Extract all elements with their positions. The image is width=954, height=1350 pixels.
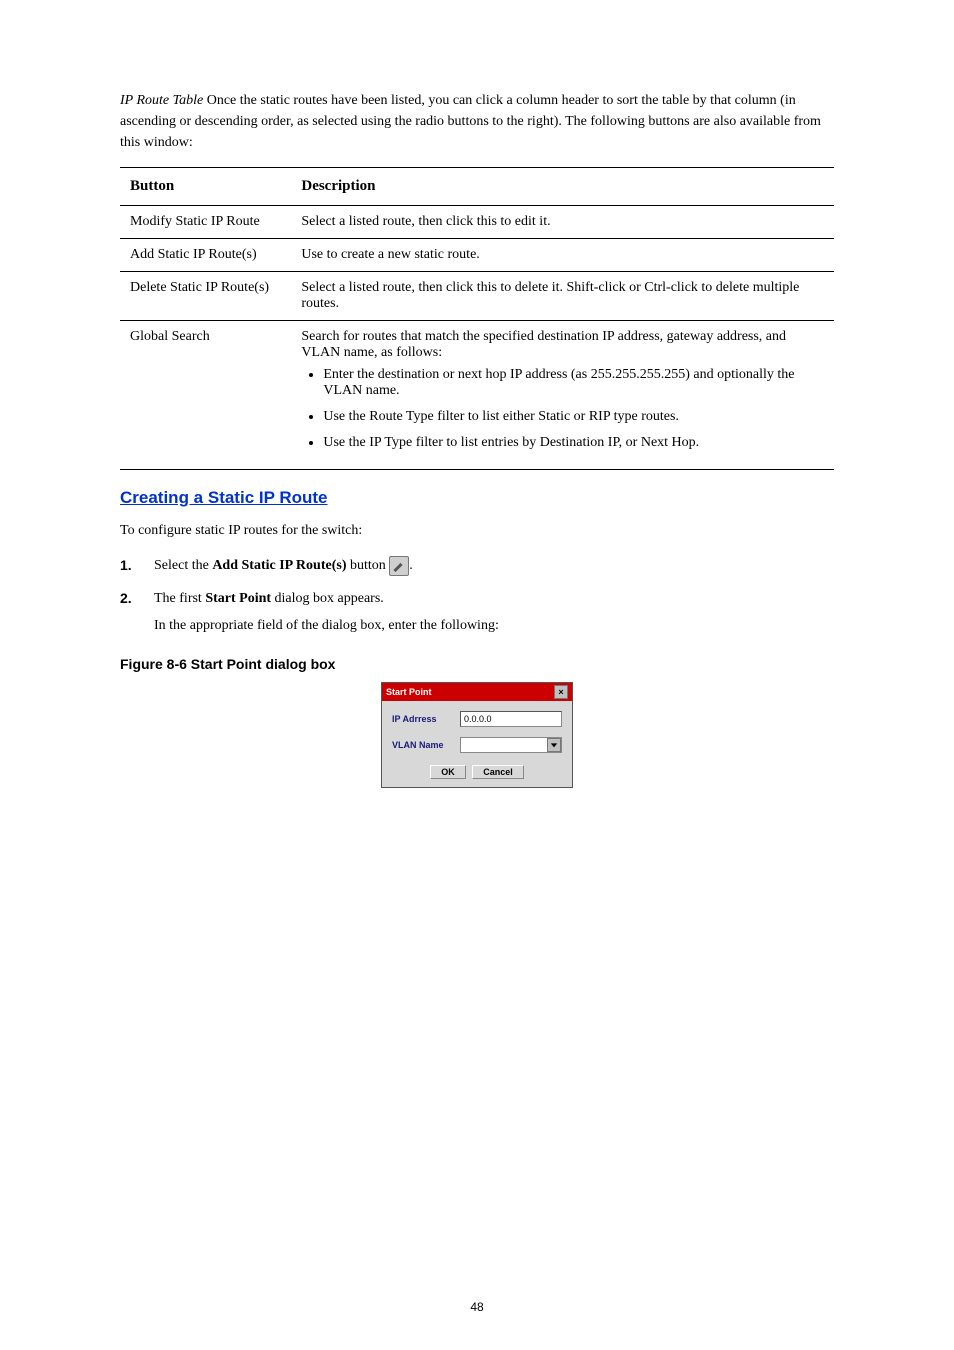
cell-button: Delete Static IP Route(s) [120, 272, 291, 321]
cell-desc: Select a listed route, then click this t… [291, 206, 834, 239]
cell-button: Global Search [120, 321, 291, 470]
modify-icon [389, 556, 409, 576]
step-number: 2. [120, 588, 154, 636]
th-description: Description [291, 168, 834, 206]
ip-address-label: IP Adrress [392, 714, 460, 724]
dialog-title-text: Start Point [386, 687, 432, 697]
page-number: 48 [0, 1300, 954, 1314]
chevron-down-icon[interactable] [547, 738, 561, 752]
bullet: Use the IP Type filter to list entries b… [323, 435, 824, 451]
section-heading[interactable]: Creating a Static IP Route [120, 488, 328, 507]
ip-address-input[interactable]: 0.0.0.0 [460, 711, 562, 727]
close-icon[interactable]: × [554, 685, 568, 699]
table-row: Modify Static IP Route Select a listed r… [120, 206, 834, 239]
table-row: Delete Static IP Route(s) Select a liste… [120, 272, 834, 321]
step-body: The first Start Point dialog box appears… [154, 588, 834, 636]
step-number: 1. [120, 555, 154, 576]
bullet: Use the Route Type filter to list either… [323, 409, 824, 425]
cell-desc: Use to create a new static route. [291, 239, 834, 272]
bullet: Enter the destination or next hop IP add… [323, 367, 824, 399]
section-intro: To configure static IP routes for the sw… [120, 520, 834, 541]
step-body: Select the Add Static IP Route(s) button… [154, 555, 834, 576]
cell-desc: Search for routes that match the specifi… [291, 321, 834, 470]
cancel-button[interactable]: Cancel [472, 765, 524, 779]
cell-button: Modify Static IP Route [120, 206, 291, 239]
intro-text: Once the static routes have been listed,… [120, 93, 821, 150]
table-row: Add Static IP Route(s) Use to create a n… [120, 239, 834, 272]
table-row: Global Search Search for routes that mat… [120, 321, 834, 470]
dialog-titlebar[interactable]: Start Point × [382, 683, 572, 701]
cell-desc: Select a listed route, then click this t… [291, 272, 834, 321]
start-point-dialog: Start Point × IP Adrress 0.0.0.0 VLAN Na… [381, 682, 573, 788]
vlan-name-select[interactable] [460, 737, 562, 753]
button-table: Button Description Modify Static IP Rout… [120, 167, 834, 470]
ok-button[interactable]: OK [430, 765, 466, 779]
vlan-name-label: VLAN Name [392, 740, 460, 750]
th-button: Button [120, 168, 291, 206]
figure-ref: IP Route Table [120, 93, 203, 108]
cell-button: Add Static IP Route(s) [120, 239, 291, 272]
figure-caption: Figure 8-6 Start Point dialog box [120, 656, 834, 672]
